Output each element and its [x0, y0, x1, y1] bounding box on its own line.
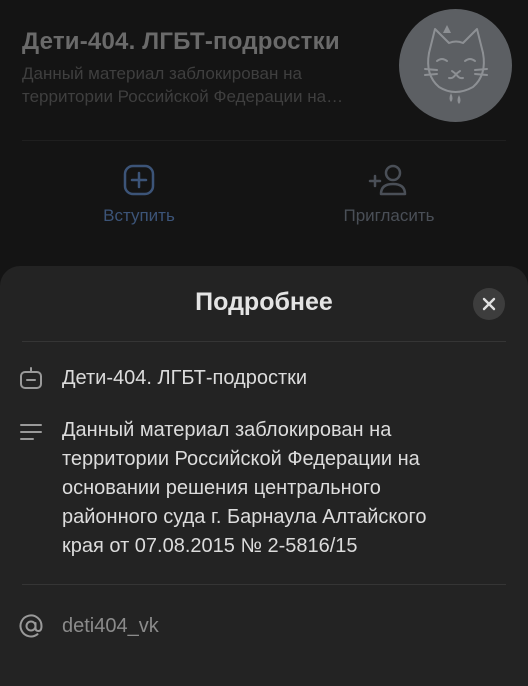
- group-description: Данный материал заблокирован на территор…: [62, 419, 427, 557]
- text-lines-icon: [20, 424, 42, 440]
- cat-avatar-icon: [424, 25, 488, 104]
- sheet-title: Подробнее: [195, 288, 333, 316]
- header-divider: [22, 140, 506, 141]
- group-handle: deti404_vk: [62, 615, 159, 637]
- invite-label: Пригласить: [343, 206, 435, 225]
- handle-row[interactable]: deti404_vk: [18, 612, 506, 642]
- add-person-icon: [368, 164, 407, 196]
- group-status: Данный материал заблокирован на территор…: [22, 64, 327, 106]
- at-sign-icon: [19, 614, 43, 638]
- description-divider: [22, 584, 506, 585]
- close-button[interactable]: [473, 288, 505, 320]
- group-name: Дети-404. ЛГБТ-подростки: [62, 367, 308, 389]
- details-sheet: Подробнее Дети-404. ЛГБТ-подростки Данны…: [0, 266, 528, 686]
- add-square-icon: [123, 164, 155, 196]
- invite-button[interactable]: Пригласить: [289, 160, 489, 226]
- sheet-title-divider: [22, 341, 506, 342]
- description-row: Данный материал заблокирован на территор…: [18, 416, 506, 566]
- close-icon: [482, 297, 496, 311]
- group-header: Дети-404. ЛГБТ-подростки Данный материал…: [0, 0, 528, 270]
- group-name-row: Дети-404. ЛГБТ-подростки: [18, 364, 506, 394]
- join-label: Вступить: [103, 206, 175, 225]
- join-button[interactable]: Вступить: [39, 160, 239, 226]
- avatar[interactable]: [399, 9, 512, 122]
- community-icon: [20, 367, 42, 389]
- group-title: Дети-404. ЛГБТ-подростки: [22, 28, 340, 55]
